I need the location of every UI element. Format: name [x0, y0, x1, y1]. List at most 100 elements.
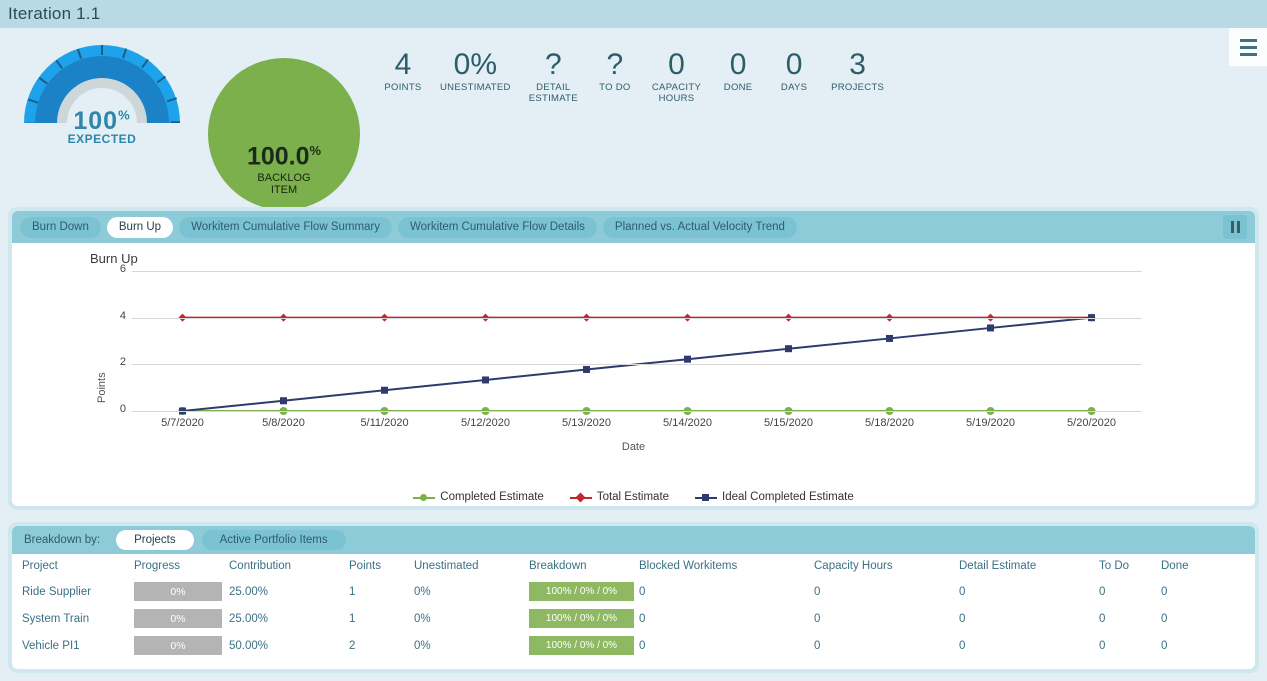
breakdown-toggle-projects[interactable]: Projects — [116, 530, 194, 550]
column-header-project: Project — [22, 560, 58, 572]
metric-points: 4 POINTS — [375, 50, 431, 94]
pause-button[interactable] — [1223, 215, 1247, 239]
legend-item-total-estimate[interactable]: Total Estimate — [569, 491, 669, 503]
chart-tab-workitem-cumulative-flow-details[interactable]: Workitem Cumulative Flow Details — [398, 216, 597, 238]
cell-points: 1 — [349, 585, 356, 598]
cell-contribution: 50.00% — [229, 639, 269, 652]
column-header-capacity: Capacity Hours — [814, 560, 893, 572]
cell-breakdown: 100% / 0% / 0% — [529, 578, 639, 605]
column-header-points: Points — [349, 560, 381, 572]
chart-marker — [583, 365, 590, 373]
progress-bar: 0% — [134, 582, 222, 601]
chart-tab-burn-down[interactable]: Burn Down — [20, 216, 101, 238]
breakdown-toggle-active-portfolio-items[interactable]: Active Portfolio Items — [201, 530, 346, 550]
metric-value: 0 — [785, 48, 803, 81]
progress-bar: 0% — [134, 609, 222, 628]
chart-x-tick-label: 5/11/2020 — [360, 417, 409, 429]
chart-x-tick-label: 5/19/2020 — [966, 417, 1015, 429]
cell-unestimated: 0% — [414, 639, 431, 652]
chart-tab-burn-up[interactable]: Burn Up — [106, 216, 174, 238]
chart-marker — [482, 376, 489, 384]
chart-tabs: Burn Down Burn Up Workitem Cumulative Flow… — [20, 216, 803, 238]
gauge-tick-mark — [101, 45, 103, 55]
column-header-progress: Progress — [134, 560, 181, 572]
legend-swatch — [695, 493, 718, 502]
metric-value: 0 — [729, 48, 747, 81]
legend-swatch — [569, 492, 592, 503]
chart-marker — [381, 386, 388, 394]
table-header: Project Progress Contribution Points Unestim… — [12, 554, 1255, 578]
cell-breakdown: 100% / 0% / 0% — [529, 605, 639, 632]
metric-label: PROJECTS — [831, 82, 885, 93]
chart-marker — [684, 355, 691, 363]
cell-detail: 0 — [959, 585, 966, 598]
metric-value: ? — [606, 48, 624, 81]
metric-done: 0 DONE — [710, 50, 766, 94]
chart-x-tick-label: 5/14/2020 — [663, 417, 712, 429]
cell-capacity: 0 — [814, 585, 821, 598]
chart-tab-planned-vs-actual-velocity-trend[interactable]: Planned vs. Actual Velocity Trend — [602, 216, 797, 238]
metric-label: CAPACITY HOURS — [651, 82, 702, 104]
metric-capacity-hours: 0 CAPACITY HOURS — [643, 50, 710, 105]
chart-gridline — [132, 411, 1142, 412]
cell-contribution: 25.00% — [229, 585, 269, 598]
backlog-item-bubble: 100.0% BACKLOG ITEM — [208, 58, 360, 210]
column-header-done: Done — [1161, 560, 1189, 572]
chart-y-tick-label: 0 — [119, 403, 126, 415]
cell-project: Vehicle PI1 — [22, 639, 80, 652]
legend-item-completed-estimate[interactable]: Completed Estimate — [413, 491, 544, 503]
breakdown-by-label: Breakdown by: — [24, 534, 101, 546]
cell-unestimated: 0% — [414, 585, 431, 598]
legend-label: Ideal Completed Estimate — [722, 491, 854, 503]
cell-blocked: 0 — [639, 639, 646, 652]
legend-swatch — [413, 493, 436, 502]
metric-list: 4 POINTS 0% UNESTIMATED? DETAIL ESTIMATE? TO D… — [375, 50, 893, 105]
metric-value: 0% — [453, 48, 498, 81]
chart-marker — [886, 334, 893, 342]
kpi-strip: 100% EXPECTED 100.0% BACKLOG ITEM 4 POINT… — [0, 28, 1267, 210]
legend-marker — [702, 494, 710, 501]
breakdown-table-wrapper: Project Progress Contribution Points Unestim… — [12, 554, 1255, 669]
burn-up-chart: Burn Up Points 0 2 4 6 5/7/2020 5/8/2020 5/11/… — [12, 243, 1255, 506]
metric-label: TO DO — [599, 82, 631, 93]
bubble-label: BACKLOG ITEM — [257, 171, 311, 196]
cell-points: 2 — [349, 639, 356, 652]
column-header-detail: Detail Estimate — [959, 560, 1037, 572]
metric-projects: 3 PROJECTS — [822, 50, 893, 94]
cell-todo: 0 — [1099, 612, 1106, 625]
column-header-unestimated: Unestimated — [414, 560, 479, 572]
chart-panel: Burn Down Burn Up Workitem Cumulative Flow… — [8, 207, 1259, 510]
chart-y-tick-label: 2 — [119, 356, 126, 369]
table-row[interactable]: Ride Supplier 0% 25.00% 1 0% 100% / 0% / 0% 0 0… — [12, 578, 1255, 605]
metric-value: 4 — [394, 48, 412, 81]
table-body: Ride Supplier 0% 25.00% 1 0% 100% / 0% / 0% 0 0… — [12, 578, 1255, 659]
cell-detail: 0 — [959, 639, 966, 652]
column-header-contribution: Contribution — [229, 560, 292, 572]
cell-detail: 0 — [959, 612, 966, 625]
chart-marker — [280, 397, 287, 405]
breakdown-badge: 100% / 0% / 0% — [529, 609, 634, 628]
progress-bar: 0% — [134, 636, 222, 655]
chart-plot-area: 0 2 4 6 5/7/2020 5/8/2020 5/11/2020 5/12/2020 5/… — [120, 263, 1142, 429]
column-header-todo: To Do — [1099, 560, 1130, 572]
bubble-value: 100.0% — [246, 142, 322, 171]
table-row[interactable]: Vehicle PI1 0% 50.00% 2 0% 100% / 0% / 0% 0 0 0 0… — [12, 632, 1255, 659]
chart-tab-bar: Burn Down Burn Up Workitem Cumulative Flow… — [12, 211, 1255, 243]
metric-unestimated: 0% UNESTIMATED — [431, 50, 520, 94]
chart-marker — [987, 324, 994, 332]
legend-item-ideal-completed-estimate[interactable]: Ideal Completed Estimate — [695, 491, 854, 503]
column-header-blocked: Blocked Workitems — [639, 560, 738, 572]
chart-legend: Completed Estimate Total Estimate Ideal Co… — [12, 491, 1255, 503]
breakdown-toggle-group: Projects Active Portfolio Items — [116, 530, 346, 550]
metric-value: 0 — [668, 48, 685, 81]
chart-svg — [178, 313, 1096, 415]
breakdown-badge: 100% / 0% / 0% — [529, 636, 634, 655]
table-row[interactable]: System Train 0% 25.00% 1 0% 100% / 0% / 0% 0 0 0… — [12, 605, 1255, 632]
cell-progress: 0% — [134, 605, 229, 632]
chart-tab-workitem-cumulative-flow-summary[interactable]: Workitem Cumulative Flow Summary — [179, 216, 393, 238]
cell-blocked: 0 — [639, 612, 646, 625]
cell-contribution: 25.00% — [229, 612, 269, 625]
legend-marker — [420, 494, 428, 501]
chart-gridline — [132, 317, 1142, 319]
chart-x-tick-label: 5/8/2020 — [262, 417, 305, 429]
